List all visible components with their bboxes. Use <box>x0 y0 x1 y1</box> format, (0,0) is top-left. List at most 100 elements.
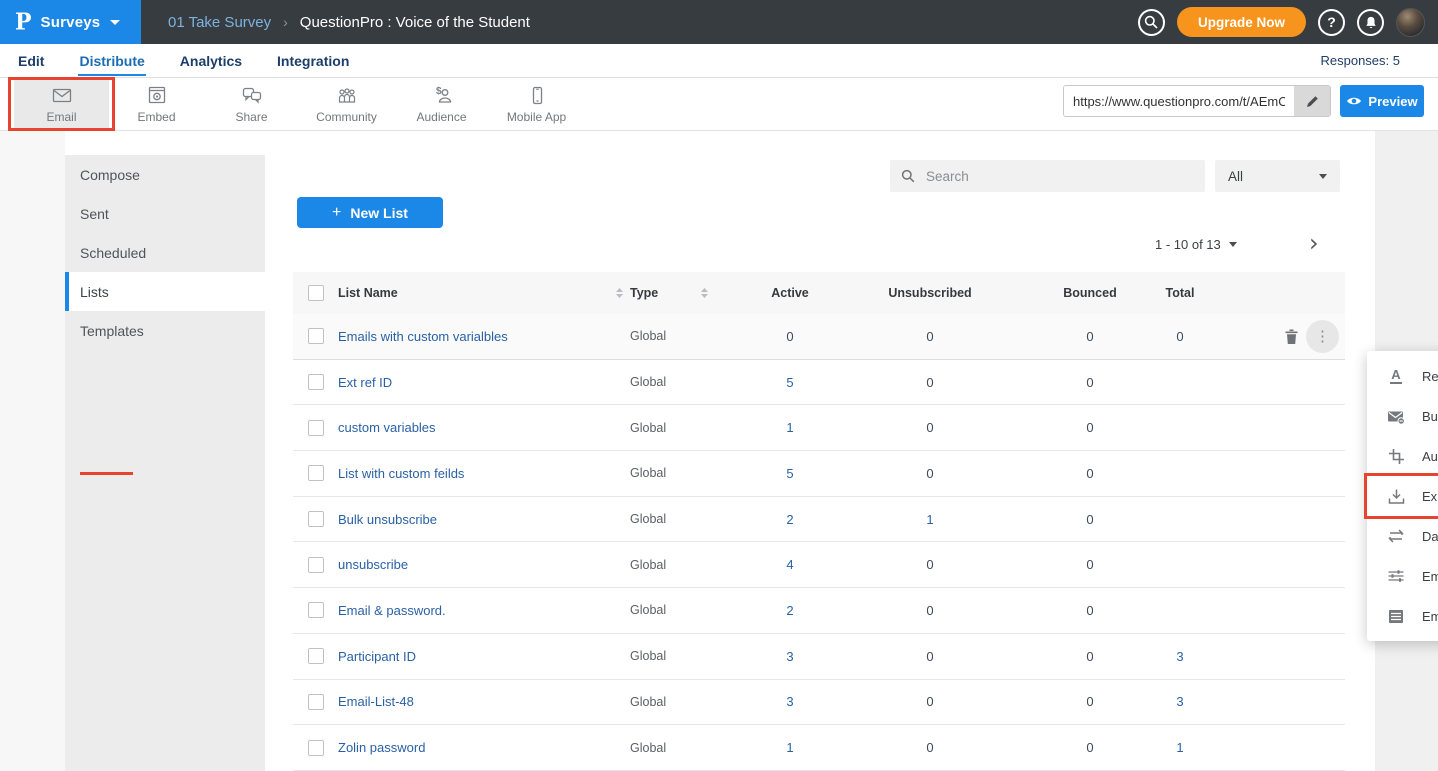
sidebar-item-sent[interactable]: Sent <box>65 194 265 233</box>
table-row[interactable]: Participant ID Global 3 0 0 3 <box>293 634 1345 680</box>
preview-button[interactable]: Preview <box>1340 85 1424 117</box>
tab-edit[interactable]: Edit <box>17 46 45 76</box>
channel-label: Embed <box>137 110 175 124</box>
surveys-menu[interactable]: P Surveys <box>0 0 141 44</box>
list-name-link[interactable]: Participant ID <box>338 649 416 664</box>
list-name-link[interactable]: List with custom feilds <box>338 466 464 481</box>
list-name-link[interactable]: Bulk unsubscribe <box>338 512 437 527</box>
channel-share[interactable]: Share <box>204 78 299 130</box>
table-row[interactable]: List with custom feilds Global 5 0 0 <box>293 451 1345 497</box>
col-unsubscribed: Unsubscribed <box>830 286 1030 300</box>
menu-item-bulk-unsubscribe[interactable]: Bulk Unsubscribe <box>1367 396 1438 436</box>
left-gutter <box>0 131 65 771</box>
user-avatar[interactable] <box>1396 8 1425 37</box>
table-row[interactable]: Email & password. Global 2 0 0 <box>293 588 1345 634</box>
tab-analytics[interactable]: Analytics <box>179 46 243 76</box>
row-checkbox[interactable] <box>308 420 324 436</box>
row-menu-button[interactable]: ⋮ <box>1306 320 1339 353</box>
search-input[interactable] <box>924 168 1194 185</box>
active-count: 5 <box>750 375 830 390</box>
rename-icon: A <box>1387 368 1405 384</box>
list-name-link[interactable]: Emails with custom varialbles <box>338 329 508 344</box>
col-active: Active <box>750 286 830 300</box>
upgrade-now-button[interactable]: Upgrade Now <box>1177 7 1306 37</box>
list-type: Global <box>630 695 666 709</box>
channel-audience[interactable]: $ Audience <box>394 78 489 130</box>
menu-item-data-sync[interactable]: Data Sync <box>1367 516 1438 556</box>
bounced-count: 0 <box>1030 603 1150 618</box>
list-name-link[interactable]: unsubscribe <box>338 557 408 572</box>
list-name-link[interactable]: Zolin password <box>338 740 425 755</box>
total-count: 3 <box>1150 649 1210 664</box>
community-icon <box>335 85 359 107</box>
menu-item-export-batch[interactable]: Export Batch <box>1367 476 1438 516</box>
row-checkbox[interactable] <box>308 557 324 573</box>
pagination-next-button[interactable]: › <box>1309 229 1319 257</box>
filter-dropdown[interactable]: All <box>1215 160 1340 192</box>
pencil-icon <box>1306 95 1319 108</box>
row-checkbox[interactable] <box>308 374 324 390</box>
select-all-checkbox[interactable] <box>308 285 324 301</box>
list-name-link[interactable]: Email & password. <box>338 603 446 618</box>
list-name-link[interactable]: custom variables <box>338 420 436 435</box>
row-checkbox[interactable] <box>308 465 324 481</box>
breadcrumb-survey-link[interactable]: 01 Take Survey <box>168 14 271 31</box>
search-icon[interactable] <box>1138 9 1165 36</box>
table-row[interactable]: Email-List-48 Global 3 0 0 3 <box>293 680 1345 726</box>
active-count: 2 <box>750 603 830 618</box>
table-row[interactable]: Ext ref ID Global 5 0 0 <box>293 360 1345 406</box>
list-type: Global <box>630 512 666 526</box>
table-row[interactable]: Zolin password Global 1 0 0 1 <box>293 725 1345 771</box>
table-row[interactable]: Emails with custom varialbles Global 0 0… <box>293 314 1345 360</box>
delete-list-button[interactable] <box>1280 324 1303 349</box>
sidebar-item-lists[interactable]: Lists <box>65 272 265 311</box>
list-type: Global <box>630 466 666 480</box>
sidebar-item-compose[interactable]: Compose <box>65 155 265 194</box>
menu-item-automated-import-tool[interactable]: Automated Import Tool <box>1367 436 1438 476</box>
table-row[interactable]: custom variables Global 1 0 0 <box>293 405 1345 451</box>
menu-item-label: Data Sync <box>1422 529 1438 544</box>
list-name-link[interactable]: Ext ref ID <box>338 375 392 390</box>
tab-integration[interactable]: Integration <box>276 46 350 76</box>
notifications-bell-icon[interactable] <box>1357 9 1384 36</box>
row-checkbox[interactable] <box>308 648 324 664</box>
row-checkbox[interactable] <box>308 511 324 527</box>
sidebar-item-scheduled[interactable]: Scheduled <box>65 233 265 272</box>
active-count: 4 <box>750 557 830 572</box>
menu-item-email-filter[interactable]: Email Filter <box>1367 556 1438 596</box>
channel-community[interactable]: Community <box>299 78 394 130</box>
bounced-count: 0 <box>1030 557 1150 572</box>
tab-distribute[interactable]: Distribute <box>78 46 145 76</box>
row-context-menu: A Rename Bulk Unsubscribe Automated Impo… <box>1367 351 1438 641</box>
table-row[interactable]: Bulk unsubscribe Global 2 1 0 <box>293 497 1345 543</box>
row-checkbox[interactable] <box>308 740 324 756</box>
survey-url-input[interactable] <box>1064 86 1294 116</box>
sidebar-item-templates[interactable]: Templates <box>65 311 265 350</box>
help-icon[interactable]: ? <box>1318 9 1345 36</box>
menu-item-email-template-settings[interactable]: Email Template Settings <box>1367 596 1438 636</box>
bulk-unsubscribe-icon <box>1387 408 1405 425</box>
total-count: 0 <box>1150 329 1210 344</box>
row-checkbox[interactable] <box>308 602 324 618</box>
list-type: Global <box>630 329 666 343</box>
new-list-button[interactable]: + New List <box>297 197 443 228</box>
table-row[interactable]: unsubscribe Global 4 0 0 <box>293 542 1345 588</box>
pagination-range[interactable]: 1 - 10 of 13 <box>1155 237 1237 252</box>
bounced-count: 0 <box>1030 329 1150 344</box>
breadcrumb-separator: › <box>283 14 288 30</box>
menu-item-label: Bulk Unsubscribe <box>1422 409 1438 424</box>
menu-item-label: Automated Import Tool <box>1422 449 1438 464</box>
responses-count[interactable]: Responses: 5 <box>1321 53 1401 68</box>
unsubscribed-count: 0 <box>830 466 1030 481</box>
channel-email[interactable]: Email <box>14 78 109 130</box>
sort-icon[interactable] <box>700 287 709 299</box>
channel-mobile-app[interactable]: Mobile App <box>489 78 584 130</box>
row-checkbox[interactable] <box>308 694 324 710</box>
list-name-link[interactable]: Email-List-48 <box>338 694 414 709</box>
edit-url-button[interactable] <box>1294 86 1330 116</box>
sort-icon[interactable] <box>615 287 624 299</box>
row-checkbox[interactable] <box>308 328 324 344</box>
channel-embed[interactable]: Embed <box>109 78 204 130</box>
menu-item-rename[interactable]: A Rename <box>1367 356 1438 396</box>
channel-label: Audience <box>416 110 466 124</box>
